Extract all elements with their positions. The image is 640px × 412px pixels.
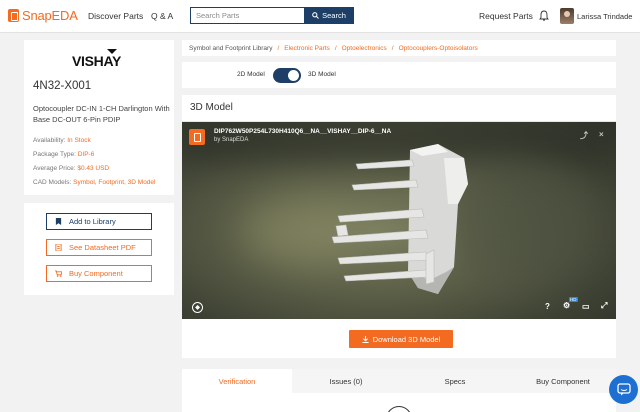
hd-badge: HD — [569, 297, 578, 302]
model-author: by SnapEDA — [214, 137, 249, 143]
share-icon[interactable]: ⤴ — [580, 130, 588, 141]
nav-qa[interactable]: Q & A — [151, 11, 173, 21]
nav-request-parts[interactable]: Request Parts — [479, 11, 533, 21]
search-button-label: Search — [322, 11, 346, 20]
snapeda-logo[interactable]: SnapEDA — [8, 8, 78, 23]
user-name[interactable]: Larissa Trindade — [577, 12, 632, 21]
chat-icon — [616, 383, 631, 396]
help-icon[interactable]: ? — [545, 302, 550, 311]
part-number: 4N32-X001 — [33, 80, 92, 92]
add-to-library-button[interactable]: Add to Library — [46, 213, 152, 230]
tab-buy-component[interactable]: Buy Component — [510, 369, 616, 393]
breadcrumb-item-library[interactable]: Symbol and Footprint Library — [189, 45, 272, 52]
top-navbar: SnapEDA Discover Parts Q & A Search Requ… — [0, 0, 640, 33]
spec-average-price: Average Price: $0.43 USD — [33, 165, 110, 172]
manufacturer-logo[interactable]: VISHAY — [72, 49, 121, 69]
part-actions-panel: Add to Library See Datasheet PDF Buy Com… — [24, 203, 174, 295]
model-file-name: DIP762W50P254L730H410Q6__NA__VISHAY__DIP… — [214, 128, 392, 135]
detail-tabs: Verification Issues (0) Specs Buy Compon… — [182, 369, 616, 412]
search-input[interactable] — [190, 7, 304, 24]
snapeda-badge-icon — [189, 129, 205, 145]
tab-specs[interactable]: Specs — [400, 369, 510, 393]
part-description: Optocoupler DC-IN 1-CH Darlington With B… — [33, 104, 170, 124]
spec-package-type: Package Type: DIP-6 — [33, 151, 95, 158]
search-button[interactable]: Search — [304, 7, 354, 24]
3d-viewer[interactable]: DIP762W50P254L730H410Q6__NA__VISHAY__DIP… — [182, 122, 616, 319]
download-icon — [362, 335, 369, 343]
verification-badge-icon — [386, 406, 412, 412]
nav-discover-parts[interactable]: Discover Parts — [88, 11, 143, 21]
user-avatar[interactable] — [560, 8, 574, 24]
model-toggle-row: 2D Model 3D Model — [182, 62, 616, 88]
breadcrumb-item-electronic-parts[interactable]: Electronic Parts — [284, 45, 330, 52]
bell-icon[interactable] — [539, 10, 549, 21]
model-toggle-switch[interactable] — [273, 68, 301, 83]
bookmark-icon — [55, 218, 62, 225]
tab-issues[interactable]: Issues (0) — [292, 369, 400, 393]
cart-icon — [55, 270, 62, 277]
model-card-title: 3D Model — [190, 102, 233, 113]
buy-component-label: Buy Component — [69, 269, 123, 278]
settings-icon[interactable]: ⚙ — [563, 301, 570, 310]
logo-text: SnapEDA — [22, 8, 78, 23]
pdf-icon — [55, 244, 62, 251]
model-card: 3D Model DIP762W50P254L730H410Q6__NA__VI… — [182, 95, 616, 358]
vr-icon[interactable]: ▭ — [582, 302, 590, 311]
breadcrumb-item-optocouplers[interactable]: Optocouplers-Optoisolators — [399, 45, 478, 52]
see-datasheet-label: See Datasheet PDF — [69, 243, 136, 252]
breadcrumb: Symbol and Footprint Library / Electroni… — [182, 40, 616, 56]
download-3d-model-button[interactable]: Download 3D Model — [349, 330, 453, 348]
tab-verification[interactable]: Verification — [182, 369, 292, 393]
fullscreen-icon[interactable]: ⤢ — [601, 301, 607, 311]
toggle-3d-label[interactable]: 3D Model — [308, 71, 336, 78]
spec-cad-models: CAD Models: Symbol, Footprint, 3D Model — [33, 179, 156, 186]
part-summary-panel: VISHAY 4N32-X001 Optocoupler DC-IN 1-CH … — [24, 40, 174, 195]
breadcrumb-item-optoelectronics[interactable]: Optoelectronics — [342, 45, 387, 52]
buy-component-button[interactable]: Buy Component — [46, 265, 152, 282]
see-datasheet-button[interactable]: See Datasheet PDF — [46, 239, 152, 256]
3d-component-render[interactable] — [182, 122, 616, 319]
viewer-logo-icon[interactable]: ◆ — [192, 302, 203, 313]
spec-availability: Availability: In Stock — [33, 137, 91, 144]
close-icon[interactable]: × — [599, 130, 604, 139]
download-3d-model-label: Download 3D Model — [372, 334, 441, 344]
search-icon — [312, 12, 319, 19]
add-to-library-label: Add to Library — [69, 217, 116, 226]
toggle-2d-label[interactable]: 2D Model — [237, 71, 265, 78]
chat-button[interactable] — [609, 375, 638, 404]
snapeda-logo-mark-icon — [8, 9, 19, 22]
